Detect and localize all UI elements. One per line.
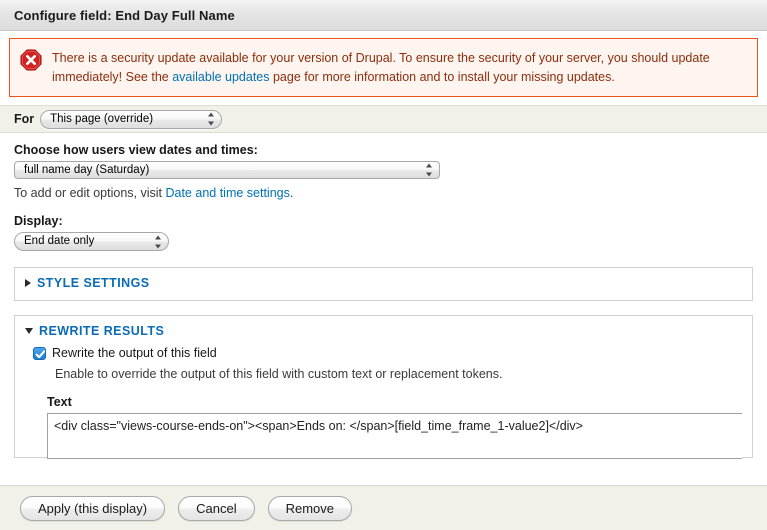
rewrite-text-value: <div class="views-course-ends-on"><span>…: [54, 419, 583, 433]
date-format-desc-prefix: To add or edit options, visit: [14, 186, 166, 200]
date-format-desc-suffix: .: [289, 186, 294, 200]
rewrite-results-body: Rewrite the output of this field Enable …: [15, 346, 752, 469]
security-update-text: There is a security update available for…: [52, 48, 747, 87]
remove-button[interactable]: Remove: [267, 495, 352, 521]
rewrite-output-checkbox[interactable]: [33, 346, 46, 360]
messages-container: There is a security update available for…: [0, 31, 767, 105]
chevron-updown-icon: [208, 112, 215, 126]
dialog-footer: Apply (this display) Cancel Remove: [0, 485, 767, 530]
for-label: For: [14, 112, 35, 126]
rewrite-text-textarea[interactable]: <div class="views-course-ends-on"><span>…: [47, 413, 742, 459]
dialog-titlebar: Configure field: End Day Full Name: [0, 0, 767, 31]
style-settings-fieldset[interactable]: STYLE SETTINGS: [14, 267, 753, 301]
display-label: Display:: [14, 214, 63, 228]
chevron-updown-icon: [426, 163, 433, 177]
rewrite-output-description: Enable to override the output of this fi…: [55, 367, 503, 381]
triangle-down-icon: [25, 328, 33, 334]
date-format-label: Choose how users view dates and times:: [14, 143, 258, 157]
date-format-select[interactable]: full name day (Saturday): [14, 161, 440, 179]
style-settings-legend-text: STYLE SETTINGS: [37, 276, 150, 290]
for-display-select[interactable]: This page (override): [40, 109, 223, 129]
rewrite-output-checkbox-row[interactable]: Rewrite the output of this field: [33, 346, 742, 360]
chevron-updown-icon: [155, 235, 162, 248]
available-updates-link[interactable]: available updates: [172, 70, 269, 84]
settings-form: Choose how users view dates and times: f…: [0, 133, 767, 459]
date-time-settings-link[interactable]: Date and time settings: [165, 186, 289, 200]
rewrite-results-legend[interactable]: REWRITE RESULTS: [15, 316, 752, 346]
error-octagon-icon: [20, 49, 42, 71]
rewrite-output-checkbox-label: Rewrite the output of this field: [52, 346, 217, 360]
cancel-button[interactable]: Cancel: [178, 495, 255, 521]
dialog-title: Configure field: End Day Full Name: [14, 7, 235, 23]
date-format-select-value: full name day (Saturday): [24, 164, 150, 176]
security-update-message: There is a security update available for…: [9, 38, 758, 97]
triangle-right-icon: [25, 279, 31, 287]
display-select[interactable]: End date only: [14, 232, 169, 251]
date-format-description: To add or edit options, visit Date and t…: [14, 186, 753, 200]
style-settings-legend[interactable]: STYLE SETTINGS: [15, 268, 752, 298]
rewrite-results-legend-text: REWRITE RESULTS: [39, 324, 165, 338]
security-text-after-link: page for more information and to install…: [269, 70, 615, 84]
for-display-bar: For This page (override): [0, 105, 767, 133]
rewrite-results-fieldset: REWRITE RESULTS Rewrite the output of th…: [14, 315, 753, 459]
for-display-select-value: This page (override): [50, 112, 154, 125]
apply-this-display-button[interactable]: Apply (this display): [20, 495, 166, 521]
rewrite-text-label: Text: [47, 395, 72, 409]
display-select-value: End date only: [24, 235, 95, 247]
